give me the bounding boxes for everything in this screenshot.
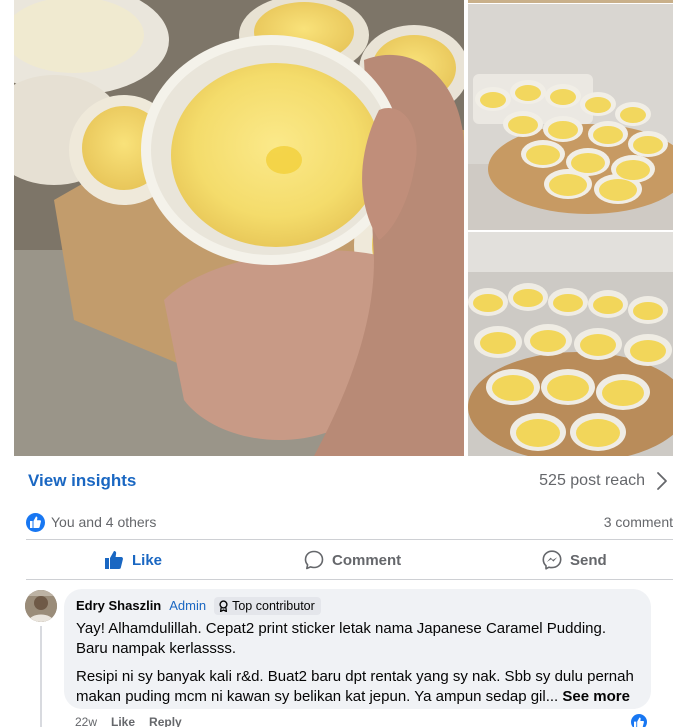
messenger-icon — [542, 550, 562, 570]
comment-author[interactable]: Edry Shaszlin — [76, 598, 161, 614]
post-photo-top-right[interactable] — [468, 4, 673, 230]
reactions-summary-row: You and 4 others 3 comment — [26, 512, 673, 534]
comment-button[interactable]: Comment — [304, 541, 401, 579]
see-more-link[interactable]: See more — [562, 688, 630, 705]
comments-count[interactable]: 3 comment — [604, 514, 673, 530]
comment-label: Comment — [332, 551, 402, 569]
comment-reply-button[interactable]: Reply — [149, 715, 182, 727]
chevron-right-icon[interactable] — [653, 470, 671, 492]
insights-row: View insights 525 post reach — [28, 468, 673, 496]
speech-bubble-icon — [304, 550, 324, 570]
like-label: Like — [132, 551, 163, 569]
divider — [26, 579, 673, 580]
send-button[interactable]: Send — [542, 541, 607, 579]
thumbs-up-icon — [634, 717, 644, 727]
post-photo-grid[interactable] — [14, 0, 673, 456]
send-label: Send — [570, 551, 607, 569]
thumbs-up-icon — [105, 551, 123, 569]
comment-timestamp[interactable]: 22w — [75, 715, 97, 727]
thumbs-up-icon[interactable] — [26, 513, 45, 532]
post-photo-main[interactable] — [14, 0, 464, 456]
divider — [26, 539, 673, 540]
comment-reaction-badge[interactable] — [630, 713, 648, 727]
badge-icon — [219, 600, 228, 612]
thread-line — [40, 626, 42, 727]
comment-footer: 22w Like Reply — [75, 715, 182, 727]
like-button[interactable]: Like — [104, 541, 162, 579]
avatar[interactable] — [25, 590, 57, 622]
top-contributor-badge: Top contributor — [214, 597, 321, 615]
post-reach-count[interactable]: 525 post reach — [539, 472, 645, 490]
comment-paragraph-2: Resipi ni sy banyak kali r&d. Buat2 baru… — [76, 667, 639, 707]
view-insights-link[interactable]: View insights — [28, 471, 136, 491]
photo-strip — [468, 0, 673, 3]
comment-paragraph-1: Yay! Alhamdulillah. Cepat2 print sticker… — [76, 620, 607, 657]
reactions-summary-text[interactable]: You and 4 others — [51, 514, 156, 530]
post-actions-bar: Like Comment Send — [26, 541, 673, 579]
comment-like-button[interactable]: Like — [111, 715, 135, 727]
top-contributor-label: Top contributor — [232, 599, 315, 613]
admin-badge: Admin — [169, 598, 207, 613]
comment-meta: Edry Shaszlin Admin Top contributor — [76, 597, 639, 615]
post-photo-bottom-right[interactable] — [468, 232, 673, 456]
comment-paragraph-2-text: Resipi ni sy banyak kali r&d. Buat2 baru… — [76, 668, 634, 705]
comment-bubble: Edry Shaszlin Admin Top contributor Yay!… — [64, 589, 651, 709]
